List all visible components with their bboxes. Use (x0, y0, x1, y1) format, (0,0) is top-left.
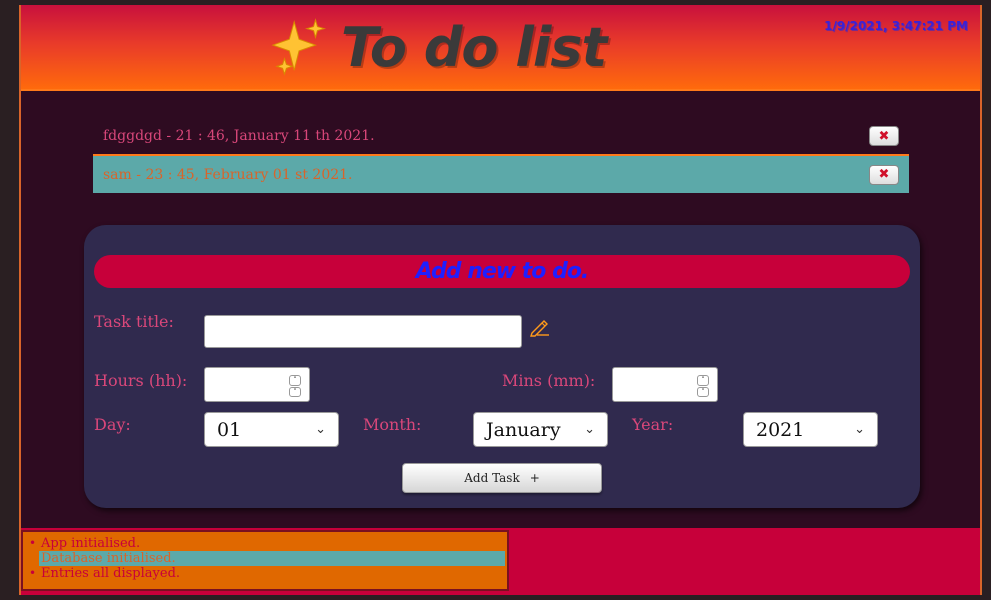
year-select-value: 2021 (756, 418, 805, 441)
year-label: Year: (632, 415, 674, 434)
task-title-label: Task title: (94, 312, 174, 331)
day-label: Day: (94, 415, 131, 434)
mins-label: Mins (mm): (502, 371, 596, 390)
todo-list: fdggdgd - 21 : 46, January 11 th 2021. ✖… (93, 118, 909, 193)
add-todo-form: Add new to do. Task title: Hours (hh): ˄… (84, 225, 920, 508)
log-entry-text: App initialised. (41, 536, 141, 551)
day-select-value: 01 (217, 418, 242, 441)
chevron-up-icon[interactable]: ˄ (289, 375, 301, 386)
log-entry-text: Entries all displayed. (41, 566, 181, 581)
todo-item-text: fdggdgd - 21 : 46, January 11 th 2021. (103, 128, 375, 144)
month-label: Month: (363, 415, 422, 434)
header: To do list 1/9/2021, 3:47:21 PM (21, 5, 980, 91)
page-title: To do list (341, 15, 607, 79)
todo-item: fdggdgd - 21 : 46, January 11 th 2021. ✖ (93, 118, 909, 154)
add-task-label: Add Task (464, 471, 520, 485)
chevron-down-icon: ⌄ (584, 422, 595, 437)
month-select[interactable]: January ⌄ (473, 412, 608, 447)
chevron-down-icon: ⌄ (315, 422, 326, 437)
log-entry: • Entries all displayed. (23, 566, 507, 581)
delete-button[interactable]: ✖ (869, 164, 899, 185)
title-group: To do list (269, 11, 607, 83)
form-heading-bar: Add new to do. (94, 255, 910, 288)
todo-item-text: sam - 23 : 45, February 01 st 2021. (103, 166, 353, 183)
app-window: To do list 1/9/2021, 3:47:21 PM fdggdgd … (19, 5, 982, 595)
log-entry: Database initialised. (39, 551, 505, 566)
bullet-icon: • (29, 536, 37, 550)
chevron-down-icon[interactable]: ˅ (697, 386, 709, 397)
month-select-value: January (486, 418, 561, 441)
bullet-icon: • (29, 566, 37, 580)
clock-display: 1/9/2021, 3:47:21 PM (824, 19, 968, 33)
day-select[interactable]: 01 ⌄ (204, 412, 339, 447)
year-select[interactable]: 2021 ⌄ (743, 412, 878, 447)
log-entry-text: Database initialised. (41, 551, 176, 566)
task-title-input[interactable] (204, 315, 522, 348)
close-icon: ✖ (878, 128, 890, 144)
log-list: • App initialised. Database initialised.… (23, 532, 507, 581)
chevron-down-icon: ⌄ (854, 422, 865, 437)
sparkles-icon (271, 18, 326, 76)
hours-input[interactable]: ˄ ˅ (204, 367, 310, 402)
todo-item: sam - 23 : 45, February 01 st 2021. ✖ (93, 154, 909, 193)
chevron-up-icon[interactable]: ˄ (697, 375, 709, 386)
form-heading: Add new to do. (415, 259, 590, 284)
delete-button[interactable]: ✖ (869, 126, 899, 146)
pencil-icon (530, 320, 549, 337)
chevron-down-icon[interactable]: ˅ (289, 386, 301, 397)
mins-stepper[interactable]: ˄ ˅ (697, 375, 709, 397)
add-task-button[interactable]: Add Task + (402, 463, 602, 493)
footer-bar: • App initialised. Database initialised.… (21, 528, 980, 595)
log-entry: • App initialised. (23, 536, 507, 551)
hours-stepper[interactable]: ˄ ˅ (289, 375, 301, 397)
hours-label: Hours (hh): (94, 371, 188, 390)
mins-input[interactable]: ˄ ˅ (612, 367, 718, 402)
close-icon: ✖ (878, 167, 890, 182)
status-log: • App initialised. Database initialised.… (21, 530, 509, 591)
plus-icon: + (529, 471, 540, 485)
